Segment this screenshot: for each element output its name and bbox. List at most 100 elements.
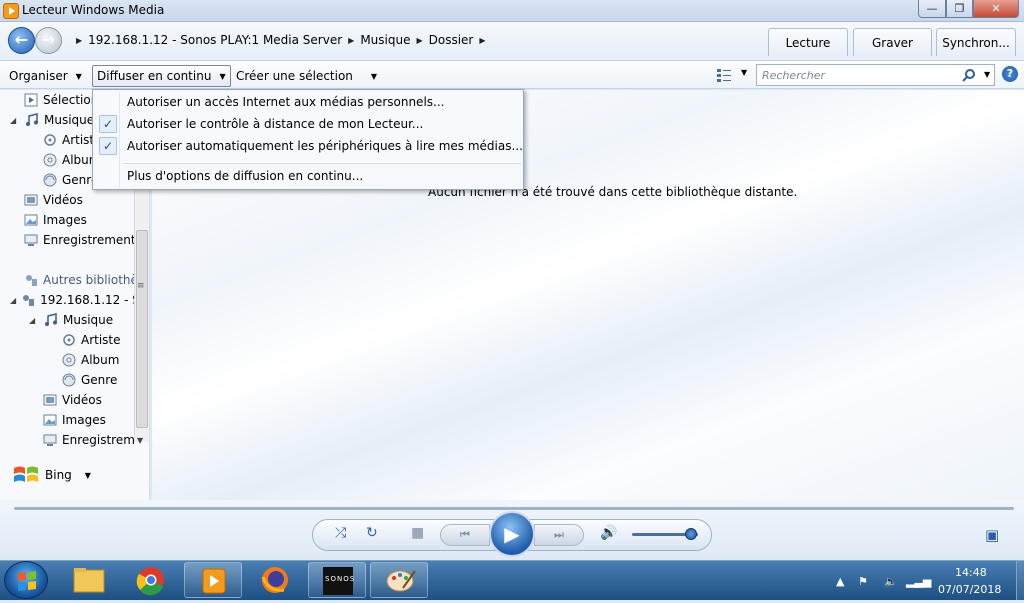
speaker-icon[interactable]: 🔈 xyxy=(884,575,898,588)
check-icon: ✓ xyxy=(99,115,117,133)
chevron-down-icon: ▼ xyxy=(219,71,226,81)
playlist-icon xyxy=(24,93,38,107)
search-icon[interactable] xyxy=(962,68,976,82)
minimize-button[interactable]: — xyxy=(918,0,946,18)
seek-bar[interactable] xyxy=(14,507,1014,510)
sidebar-item-images[interactable]: Images xyxy=(24,211,87,229)
expand-arrow-icon[interactable]: ◢ xyxy=(29,316,39,325)
tab-lecture[interactable]: Lecture xyxy=(768,28,848,56)
volume-icon[interactable]: 🔊 xyxy=(600,525,617,541)
menu-item-remote-control[interactable]: Autoriser le contrôle à distance de mon … xyxy=(127,117,423,131)
diffuser-en-continu-button[interactable]: Diffuser en continu ▼ xyxy=(92,65,231,87)
clock-date[interactable]: 07/07/2018 xyxy=(938,583,1001,596)
sidebar-item-sonos-images[interactable]: Images xyxy=(43,411,106,429)
menu-item-auto-allow-devices[interactable]: Autoriser automatiquement les périphériq… xyxy=(127,139,523,153)
sidebar-item-autres-bibliotheques[interactable]: Autres bibliothèques xyxy=(24,271,134,289)
switch-to-now-playing-icon[interactable]: ▣ xyxy=(985,526,999,544)
music-note-icon xyxy=(26,113,38,126)
sidebar-item-musique[interactable]: ◢ Musique xyxy=(10,111,94,129)
sidebar-item-sonos-musique[interactable]: ◢ Musique xyxy=(29,311,113,329)
sidebar-item-selection[interactable]: Sélection xyxy=(24,91,98,109)
expand-arrow-icon[interactable]: ◢ xyxy=(10,116,20,125)
breadcrumb-dossier[interactable]: Dossier xyxy=(429,33,474,47)
sidebar-item-label: 192.168.1.12 - Sonos xyxy=(40,293,134,307)
sidebar-item-videos[interactable]: Vidéos xyxy=(24,191,83,209)
breadcrumb-musique[interactable]: Musique xyxy=(360,33,410,47)
sidebar-item-genre[interactable]: Genre xyxy=(43,171,98,189)
action-center-icon[interactable]: ⚑ xyxy=(858,575,868,588)
artist-icon xyxy=(63,334,75,346)
chevron-down-icon[interactable]: ▼ xyxy=(85,471,91,480)
creer-label: Créer une sélection xyxy=(236,69,353,83)
previous-button[interactable]: ⏮ xyxy=(440,524,490,546)
streaming-dropdown-menu: Autoriser un accès Internet aux médias p… xyxy=(92,89,524,190)
forward-button[interactable]: → xyxy=(35,27,62,54)
repeat-icon[interactable]: ↻ xyxy=(366,525,378,541)
show-desktop-button[interactable] xyxy=(1016,560,1024,600)
maximize-button[interactable]: ❐ xyxy=(946,0,973,18)
album-icon xyxy=(43,153,57,167)
tab-graver[interactable]: Graver xyxy=(853,28,932,56)
sidebar-item-label: Autres bibliothèques xyxy=(43,273,134,287)
chevron-down-icon[interactable]: ▼ xyxy=(741,68,747,77)
show-hidden-icons[interactable]: ▲ xyxy=(836,575,844,588)
taskbar-paint[interactable] xyxy=(370,562,428,598)
sidebar-item-bing[interactable]: Bing ▼ xyxy=(12,464,91,486)
taskbar-windows-media-player[interactable] xyxy=(184,562,242,598)
sidebar-item-sonos-album[interactable]: Album xyxy=(62,351,119,369)
breadcrumb-separator-icon: ▶ xyxy=(416,35,423,45)
taskbar-explorer[interactable] xyxy=(60,562,118,598)
stop-icon[interactable]: ■ xyxy=(411,525,424,541)
grip-icon: ≡ xyxy=(137,281,145,291)
video-icon xyxy=(24,194,38,206)
shuffle-icon[interactable]: ⤮ xyxy=(335,525,346,541)
sidebar-item-label: Album xyxy=(81,353,120,367)
recorded-tv-icon xyxy=(43,434,57,446)
view-options-icon[interactable] xyxy=(716,67,732,83)
creer-selection-button[interactable]: Créer une sélection ▼ xyxy=(231,65,382,87)
navigation-bar: ← → ▶ 192.168.1.12 - Sonos PLAY:1 Media … xyxy=(0,22,1024,60)
clock-time[interactable]: 14:48 xyxy=(955,566,987,579)
sidebar-item-sonos-videos[interactable]: Vidéos xyxy=(43,391,102,409)
menu-item-more-options[interactable]: Plus d'options de diffusion en continu..… xyxy=(127,169,363,183)
taskbar-firefox[interactable] xyxy=(246,562,304,598)
breadcrumb-server[interactable]: 192.168.1.12 - Sonos PLAY:1 Media Server xyxy=(88,33,342,47)
network-signal-icon[interactable]: ▂▃▅ xyxy=(906,575,931,588)
toolbar: Organiser ▼ Diffuser en continu ▼ Créer … xyxy=(0,60,1024,89)
start-button[interactable] xyxy=(4,561,48,599)
sidebar-item-sonos-enregistrement[interactable]: Enregistrement xyxy=(43,431,134,449)
sidebar-item-label: Enregistrement(s) xyxy=(43,233,134,247)
tab-synchronisation[interactable]: Synchron... xyxy=(936,28,1016,56)
search-input[interactable]: Rechercher ▼ xyxy=(756,64,995,86)
chevron-down-icon[interactable]: ▼ xyxy=(984,70,990,79)
sidebar-item-sonos-artiste[interactable]: Artiste xyxy=(62,331,121,349)
breadcrumb-separator-icon: ▶ xyxy=(348,35,355,45)
windows-media-player-icon xyxy=(3,3,19,19)
genre-icon xyxy=(62,373,76,387)
close-button[interactable]: ✕ xyxy=(973,0,1019,18)
sidebar-item-sonos-server[interactable]: ◢ 192.168.1.12 - Sonos xyxy=(10,291,134,309)
play-button[interactable]: ▶ xyxy=(489,511,535,557)
back-button[interactable]: ← xyxy=(8,27,35,54)
taskbar-sonos[interactable]: SONOS xyxy=(308,562,366,598)
window-title: Lecteur Windows Media xyxy=(22,3,165,17)
title-bar: Lecteur Windows Media xyxy=(0,0,1024,22)
organiser-button[interactable]: Organiser ▼ xyxy=(4,65,87,87)
sidebar-item-enregistrements[interactable]: Enregistrement(s) xyxy=(24,231,134,249)
scrollbar-thumb[interactable] xyxy=(136,230,148,428)
scroll-down-icon[interactable]: ▼ xyxy=(137,436,143,445)
expand-arrow-icon[interactable]: ◢ xyxy=(10,296,16,305)
windows-flag-icon xyxy=(18,571,36,591)
breadcrumb-separator-icon: ▶ xyxy=(76,35,83,45)
chrome-icon xyxy=(136,567,164,596)
artist-icon xyxy=(44,134,56,146)
sidebar-item-label: Musique xyxy=(44,113,95,127)
sidebar-item-sonos-genre[interactable]: Genre xyxy=(62,371,117,389)
breadcrumb: ▶ 192.168.1.12 - Sonos PLAY:1 Media Serv… xyxy=(76,33,486,47)
next-button[interactable]: ⏭ xyxy=(534,524,584,546)
music-note-icon xyxy=(45,313,57,326)
menu-item-internet-access[interactable]: Autoriser un accès Internet aux médias p… xyxy=(127,95,444,109)
taskbar-chrome[interactable] xyxy=(122,562,180,598)
help-icon[interactable]: ? xyxy=(1002,66,1018,82)
windows-media-player-icon xyxy=(202,568,226,594)
